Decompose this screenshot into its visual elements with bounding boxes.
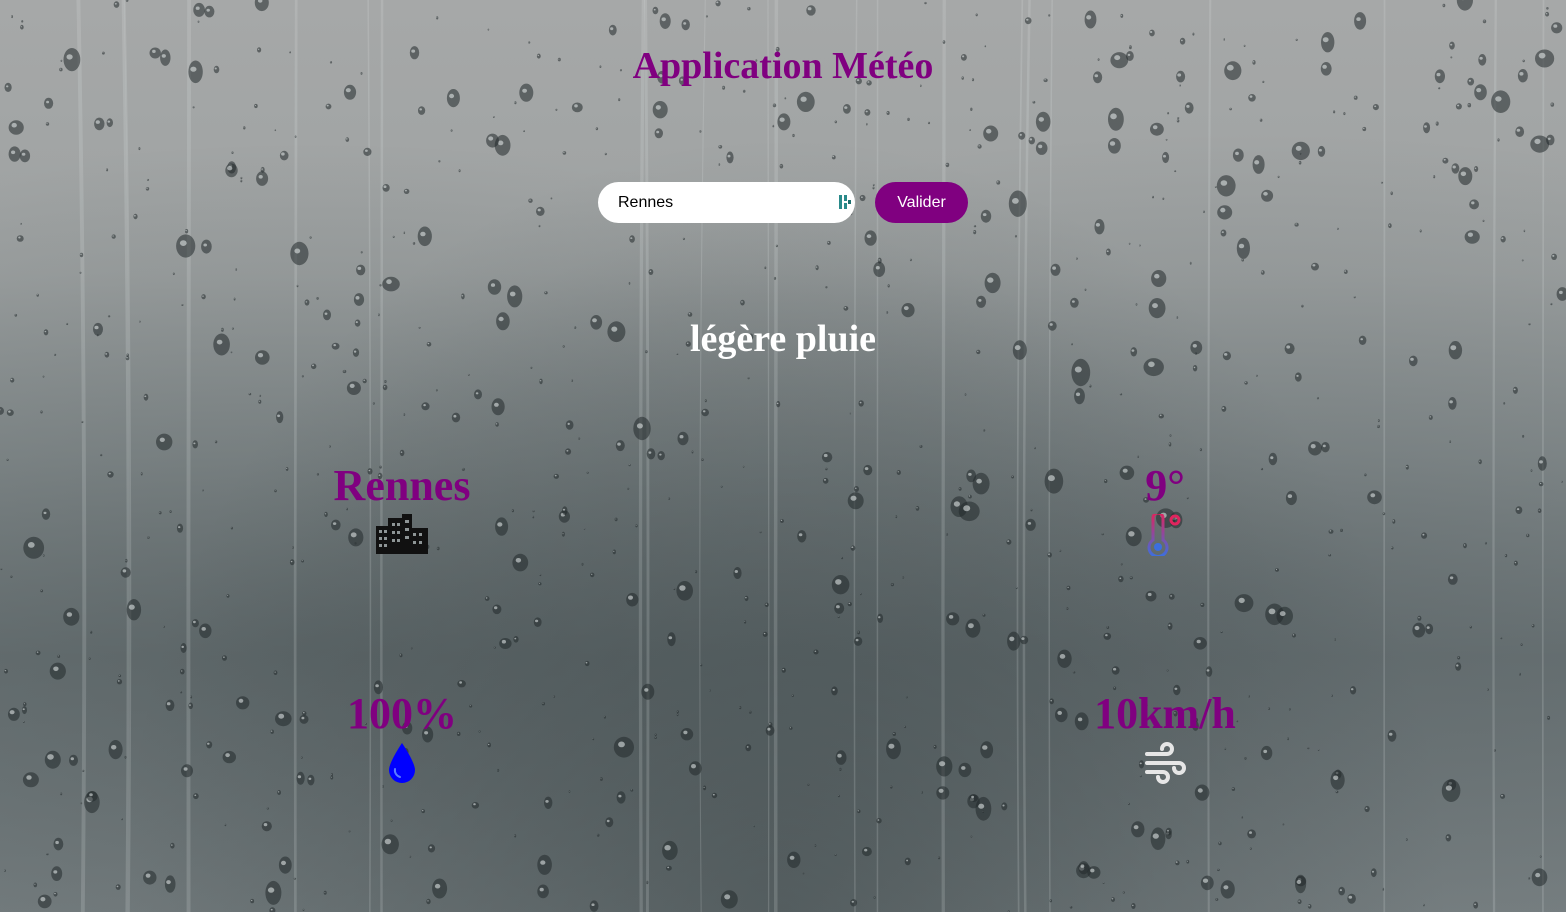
wind-value: 10km/h <box>1094 689 1236 738</box>
search-box <box>598 182 855 223</box>
city-name: Rennes <box>333 461 471 510</box>
rain-background <box>0 0 1566 912</box>
temperature-value: 9° <box>1145 461 1185 510</box>
submit-button[interactable]: Valider <box>875 182 968 223</box>
water-drop-icon <box>389 743 415 783</box>
city-buildings-icon <box>376 514 428 554</box>
humidity-value: 100% <box>347 689 457 738</box>
wind-card: 10km/h <box>1015 692 1315 784</box>
city-card: Rennes <box>252 464 552 554</box>
password-manager-extension-icon[interactable] <box>838 193 852 211</box>
humidity-card: 100% <box>252 692 552 784</box>
city-search-input[interactable] <box>598 182 833 223</box>
wind-icon <box>1145 742 1186 784</box>
temperature-card: 9° <box>1015 464 1315 556</box>
weather-description: légère pluie <box>689 318 877 360</box>
thermometer-icon <box>1147 514 1181 556</box>
page-title: Application Météo <box>632 45 934 87</box>
